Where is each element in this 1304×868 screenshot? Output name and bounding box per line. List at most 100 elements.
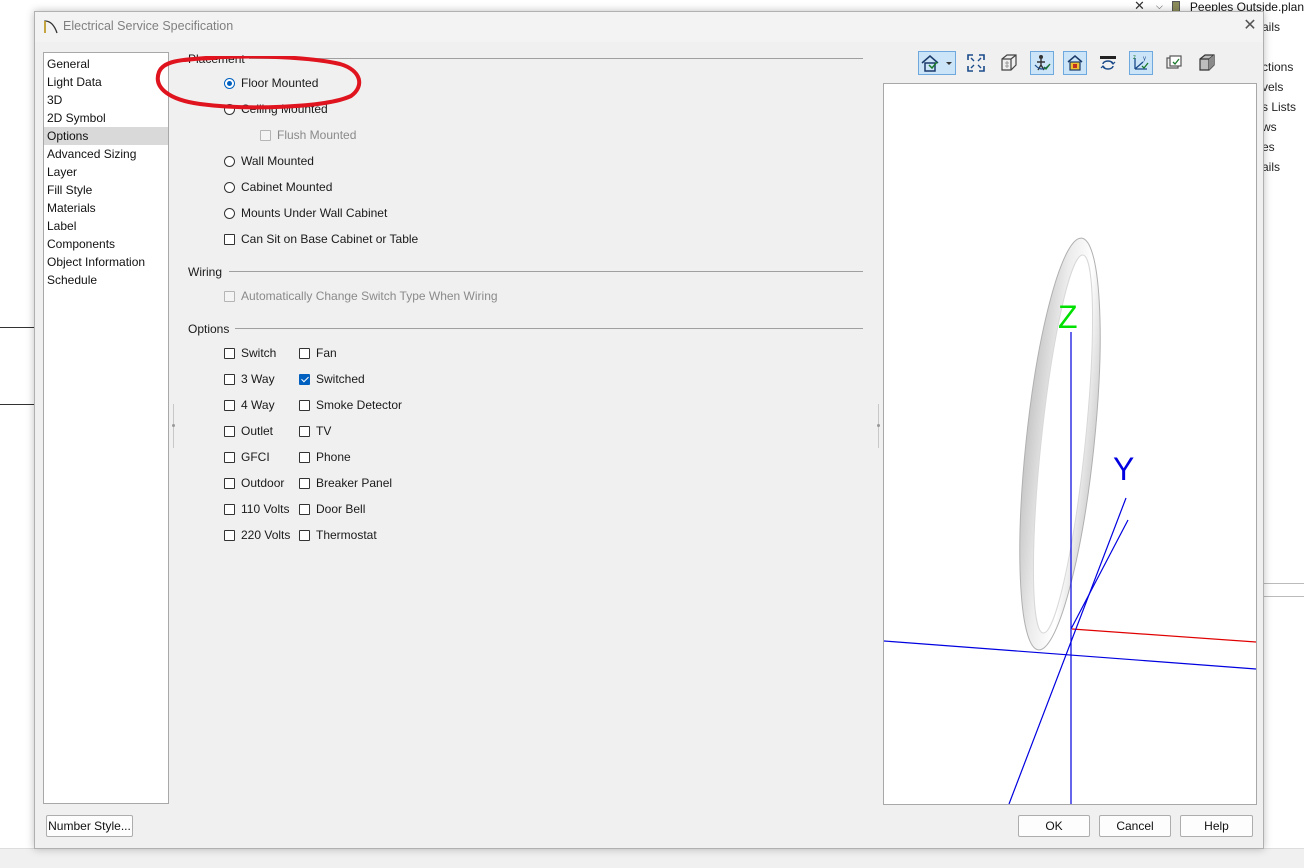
bg-tree-item[interactable]: vels [1262,80,1283,94]
bg-tree-item[interactable]: ws [1262,120,1277,134]
nav-item-schedule[interactable]: Schedule [44,271,168,289]
can-sit-on-base-cabinet-option[interactable]: Can Sit on Base Cabinet or Table [224,231,418,247]
placement-heading: Placement [188,52,245,66]
bg-tree-item[interactable]: ails [1262,160,1280,174]
close-button[interactable]: ✕ [1239,15,1261,37]
right-splitter[interactable] [877,404,880,448]
number-style-button[interactable]: Number Style... [46,815,133,837]
outlet-option[interactable]: Outlet [224,423,273,439]
nav-item-advanced-sizing[interactable]: Advanced Sizing [44,145,168,163]
four-way-label: 4 Way [241,398,275,412]
solid-view-button[interactable] [1195,51,1219,75]
cancel-button[interactable]: Cancel [1099,815,1171,837]
auto-change-switch-label: Automatically Change Switch Type When Wi… [241,289,498,303]
dialog-titlebar[interactable]: Electrical Service Specification ✕ [35,12,1263,42]
thermostat-checkbox[interactable] [299,529,310,541]
nav-item-object-information[interactable]: Object Information [44,253,168,271]
nav-item-fill-style[interactable]: Fill Style [44,181,168,199]
can-sit-on-base-cabinet-checkbox[interactable] [224,233,235,245]
gfci-option[interactable]: GFCI [224,449,270,465]
outdoor-option[interactable]: Outdoor [224,475,284,491]
nav-item-light-data[interactable]: Light Data [44,73,168,91]
four-way-option[interactable]: 4 Way [224,397,275,413]
nav-item-label[interactable]: Label [44,217,168,235]
wall-mounted-option[interactable]: Wall Mounted [224,153,314,169]
outlet-checkbox[interactable] [224,425,235,437]
rotate-arrows-icon [1100,56,1116,70]
breaker-panel-checkbox[interactable] [299,477,310,489]
bg-tree-item[interactable]: s Lists [1262,100,1296,114]
220-volts-checkbox[interactable] [224,529,235,541]
three-way-checkbox[interactable] [224,373,235,385]
camera-view-dropdown[interactable] [918,51,956,75]
switched-option[interactable]: Switched [299,371,365,387]
orbit-figure-icon [1034,55,1051,71]
nav-item-materials[interactable]: Materials [44,199,168,217]
phone-checkbox[interactable] [299,451,310,463]
flush-mounted-checkbox[interactable] [260,129,271,141]
floor-mounted-radio[interactable] [224,77,235,89]
switch-checkbox[interactable] [224,347,235,359]
wireframe-view-button[interactable] [997,51,1021,75]
phone-option[interactable]: Phone [299,449,351,465]
mounts-under-wall-cabinet-radio[interactable] [224,207,235,219]
ceiling-mounted-radio[interactable] [224,103,235,115]
layers-check-icon [1166,55,1182,69]
3d-preview[interactable]: Z Y [883,83,1257,805]
floor-mounted-option[interactable]: Floor Mounted [224,75,318,91]
tv-option[interactable]: TV [299,423,331,439]
nav-item-options[interactable]: Options [44,127,168,145]
bg-divider [1262,583,1304,584]
auto-change-switch-option[interactable]: Automatically Change Switch Type When Wi… [224,288,498,304]
backclip-button[interactable] [1030,51,1054,75]
auto-change-switch-checkbox[interactable] [224,290,235,302]
gfci-checkbox[interactable] [224,451,235,463]
dialog-title: Electrical Service Specification [63,19,234,33]
fan-checkbox[interactable] [299,347,310,359]
three-way-option[interactable]: 3 Way [224,371,275,387]
smoke-detector-checkbox[interactable] [299,399,310,411]
tv-checkbox[interactable] [299,425,310,437]
options-divider [235,328,863,329]
phone-label: Phone [316,450,351,464]
switch-option[interactable]: Switch [224,345,276,361]
door-bell-checkbox[interactable] [299,503,310,515]
nav-item-3d[interactable]: 3D [44,91,168,109]
breaker-panel-option[interactable]: Breaker Panel [299,475,392,491]
help-button[interactable]: Help [1180,815,1253,837]
switched-checkbox[interactable] [299,373,310,385]
220-volts-option[interactable]: 220 Volts [224,527,290,543]
left-splitter[interactable] [172,404,175,448]
four-way-checkbox[interactable] [224,399,235,411]
fan-option[interactable]: Fan [299,345,337,361]
cabinet-mounted-radio[interactable] [224,181,235,193]
flush-mounted-option[interactable]: Flush Mounted [260,127,356,143]
nav-item-components[interactable]: Components [44,235,168,253]
cabinet-mounted-option[interactable]: Cabinet Mounted [224,179,332,195]
door-bell-option[interactable]: Door Bell [299,501,365,517]
wall-mounted-radio[interactable] [224,155,235,167]
thermostat-option[interactable]: Thermostat [299,527,377,543]
layer-view-button[interactable] [1162,51,1186,75]
house-camera-icon [921,55,952,72]
bg-tree-item[interactable]: ctions [1262,60,1293,74]
nav-item-general[interactable]: General [44,55,168,73]
outdoor-checkbox[interactable] [224,477,235,489]
110-volts-checkbox[interactable] [224,503,235,515]
flush-mounted-label: Flush Mounted [277,128,357,142]
bg-tree-item[interactable]: ails [1262,20,1280,34]
ok-button[interactable]: OK [1018,815,1090,837]
door-bell-label: Door Bell [316,502,366,516]
color-on-off-button[interactable] [1063,51,1087,75]
smoke-detector-option[interactable]: Smoke Detector [299,397,402,413]
nav-item-2d-symbol[interactable]: 2D Symbol [44,109,168,127]
axes-toggle-button[interactable]: z y [1129,51,1153,75]
nav-item-layer[interactable]: Layer [44,163,168,181]
fill-window-button[interactable] [964,51,988,75]
z-axis-label: Z [1058,299,1078,335]
rotate-view-button[interactable] [1096,51,1120,75]
ceiling-mounted-option[interactable]: Ceiling Mounted [224,101,328,117]
mounts-under-wall-cabinet-option[interactable]: Mounts Under Wall Cabinet [224,205,387,221]
110-volts-option[interactable]: 110 Volts [224,501,289,517]
floor-mounted-fixture [1019,237,1101,651]
